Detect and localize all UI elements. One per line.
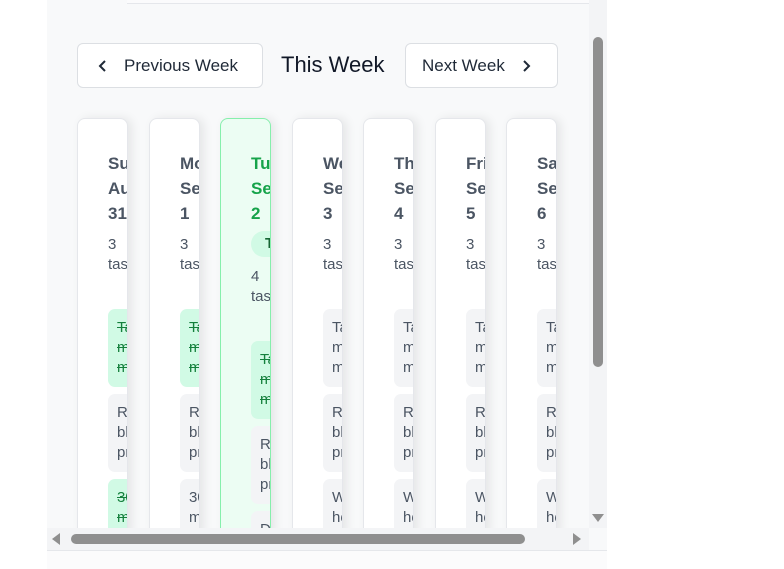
day-column-sun[interactable]: Sun, Aug 31 3 tasks Take morning medicat…	[77, 118, 128, 528]
task-card[interactable]: Record blood pressure	[394, 394, 413, 472]
next-week-button[interactable]: Next Week	[405, 43, 558, 88]
task-card[interactable]: Take morning medication	[108, 309, 127, 387]
task-card[interactable]: Drink	[251, 511, 270, 528]
task-card[interactable]: Record blood pressure	[537, 394, 556, 472]
day-column-wed[interactable]: Wed, Sep 3 3 tasks Take morning medicati…	[292, 118, 343, 528]
task-card[interactable]: Weekly health	[537, 479, 556, 528]
task-card[interactable]: Weekly health	[394, 479, 413, 528]
task-count: 3 tasks	[323, 236, 343, 273]
task-card[interactable]: 30- minute	[180, 479, 199, 528]
task-card[interactable]: 30- minute	[108, 479, 127, 528]
day-header: Sun, Aug 31	[108, 154, 128, 223]
day-column-mon[interactable]: Mon, Sep 1 3 tasks Take morning medicati…	[149, 118, 200, 528]
previous-week-button[interactable]: Previous Week	[77, 43, 263, 88]
scroll-right-arrow-icon[interactable]	[573, 533, 581, 545]
previous-week-label: Previous Week	[124, 55, 239, 75]
day-column-fri[interactable]: Fri, Sep 5 3 tasks Take morning medicati…	[435, 118, 486, 528]
task-count: 3 tasks	[466, 236, 486, 273]
day-header: Tue, Sep 2	[251, 154, 271, 223]
scroll-left-arrow-icon[interactable]	[52, 533, 60, 545]
today-badge: Today	[251, 231, 270, 257]
day-header: Wed, Sep 3	[323, 154, 343, 223]
task-count: 3 tasks	[108, 236, 128, 273]
week-title: This Week	[281, 52, 385, 77]
chevron-right-icon	[523, 59, 531, 72]
task-card[interactable]: Take morning medication	[180, 309, 199, 387]
task-card[interactable]: Take morning medication	[394, 309, 413, 387]
task-card[interactable]: Record blood pressure	[466, 394, 485, 472]
next-week-label: Next Week	[422, 55, 505, 75]
task-card[interactable]: Record blood pressure	[108, 394, 127, 472]
day-column-sat[interactable]: Sat, Sep 6 3 tasks Take morning medicati…	[506, 118, 557, 528]
day-header: Fri, Sep 5	[466, 154, 486, 223]
day-header: Thu, Sep 4	[394, 154, 414, 223]
task-card[interactable]: Take morning medication	[466, 309, 485, 387]
chevron-left-icon	[98, 59, 106, 72]
task-card[interactable]: Take morning medication	[251, 341, 270, 419]
day-column-thu[interactable]: Thu, Sep 4 3 tasks Take morning medicati…	[363, 118, 414, 528]
task-card[interactable]: Record blood pressure	[251, 426, 270, 504]
vertical-scrollbar[interactable]	[589, 0, 607, 528]
day-header: Mon, Sep 1	[180, 154, 200, 223]
task-card[interactable]: Weekly health	[323, 479, 342, 528]
task-card[interactable]: Weekly health	[466, 479, 485, 528]
horizontal-scrollbar[interactable]	[47, 528, 589, 550]
task-count: 3 tasks	[537, 236, 557, 273]
task-count: 4 tasks	[251, 268, 271, 305]
task-card[interactable]: Take morning medication	[323, 309, 342, 387]
horizontal-scrollbar-thumb[interactable]	[71, 534, 525, 544]
task-count: 3 tasks	[180, 236, 200, 273]
task-card[interactable]: Record blood pressure	[323, 394, 342, 472]
vertical-scrollbar-thumb[interactable]	[593, 37, 603, 367]
day-column-tue-today[interactable]: Tue, Sep 2 Today 4 tasks Take morning me…	[220, 118, 271, 528]
task-count: 3 tasks	[394, 236, 414, 273]
day-header: Sat, Sep 6	[537, 154, 557, 223]
scroll-down-arrow-icon[interactable]	[592, 514, 604, 522]
task-card[interactable]: Record blood pressure	[180, 394, 199, 472]
task-card[interactable]: Take morning medication	[537, 309, 556, 387]
bottom-section-edge	[47, 550, 607, 569]
